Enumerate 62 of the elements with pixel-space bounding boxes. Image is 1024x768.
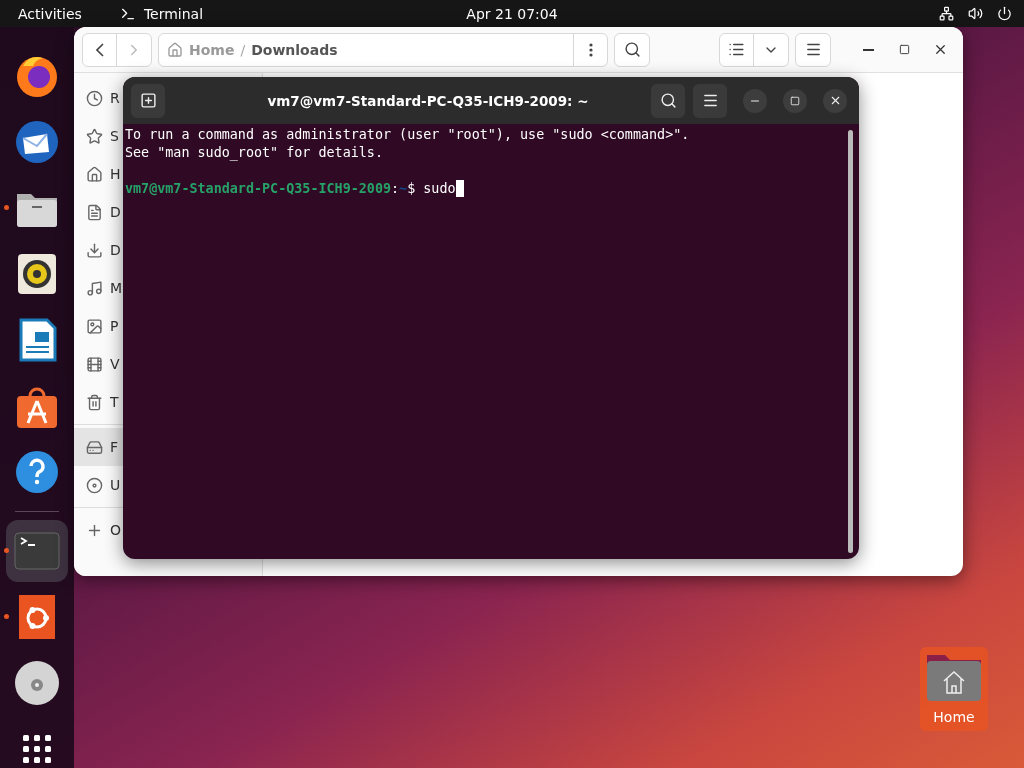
sidebar-item[interactable]: O [74, 511, 123, 549]
menu-button[interactable] [693, 83, 727, 118]
sidebar-item[interactable]: V [74, 345, 123, 383]
close-button[interactable] [823, 88, 847, 113]
sidebar-item[interactable]: U [74, 466, 123, 504]
path-separator: / [240, 41, 246, 58]
prompt-directory: ~ [399, 180, 408, 198]
sidebar-item[interactable]: R [74, 79, 123, 117]
document-icon [86, 203, 103, 221]
path-bar[interactable]: Home / Downloads [158, 32, 608, 67]
sidebar-item[interactable]: H [74, 155, 123, 193]
menu-icon [701, 92, 719, 109]
prompt-user-host: vm7@vm7-Standard-PC-Q35-ICH9-2009 [125, 180, 392, 198]
command-input[interactable]: $ sudo [407, 180, 456, 198]
power-icon[interactable] [997, 6, 1012, 21]
maximize-button[interactable] [783, 88, 807, 113]
sidebar-item[interactable]: P [74, 307, 123, 345]
prompt-separator: : [391, 180, 400, 198]
picture-icon [86, 317, 103, 335]
drive-icon [86, 438, 103, 456]
list-icon [728, 41, 745, 58]
help-icon [13, 448, 61, 496]
trash-icon [86, 393, 103, 411]
disc-icon [86, 476, 103, 494]
film-icon [86, 355, 103, 373]
network-icon[interactable] [939, 6, 954, 21]
kebab-icon [588, 42, 593, 57]
sidebar-item[interactable]: T [74, 383, 123, 421]
maximize-icon [898, 44, 910, 55]
sidebar-item[interactable]: S [74, 117, 123, 155]
terminal-output-line: See "man sudo_root" for details. [125, 144, 384, 162]
music-note-icon [86, 279, 103, 297]
chevron-left-icon [95, 42, 104, 57]
disc-icon [13, 659, 61, 707]
sidebar-item[interactable]: M [74, 269, 123, 307]
text-cursor [455, 180, 464, 197]
scrollbar[interactable] [848, 130, 853, 553]
maximize-icon [790, 95, 800, 106]
clock-icon [86, 89, 103, 107]
home-icon [86, 165, 103, 183]
mail-bird-icon [13, 118, 61, 166]
terminal-output-line: To run a command as administrator (user "root"), use "sudo <command>". [125, 126, 691, 144]
sidebar-item[interactable]: F [74, 428, 123, 466]
search-button[interactable] [651, 83, 685, 118]
desktop-icon[interactable]: Home [920, 647, 988, 731]
window-title: vm7@vm7-Standard-PC-Q35-ICH9-2009: ~ [266, 92, 590, 109]
app-menu[interactable]: Terminal [143, 5, 204, 22]
volume-icon[interactable] [968, 6, 983, 21]
home-icon [167, 41, 183, 58]
menu-icon [804, 41, 822, 58]
activities-button[interactable]: Activities [18, 5, 82, 22]
path-crumb[interactable]: Downloads [251, 41, 338, 58]
download-icon [86, 241, 103, 259]
search-icon [659, 92, 677, 109]
sidebar-item[interactable]: D [74, 193, 123, 231]
search-icon [623, 41, 641, 58]
star-icon [86, 127, 103, 145]
plus-square-icon [139, 92, 157, 109]
sidebar-item[interactable]: D [74, 231, 123, 269]
new-tab-button[interactable] [131, 83, 165, 118]
minimize-icon [862, 48, 874, 51]
clock[interactable]: Apr 21 07:04 [466, 5, 558, 22]
